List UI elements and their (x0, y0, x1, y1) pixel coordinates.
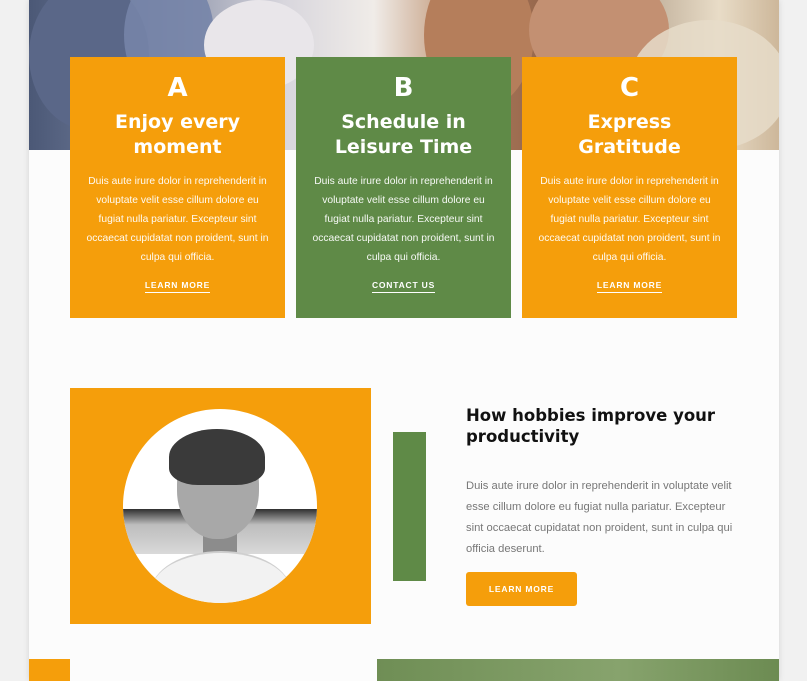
footer-accent-block (29, 659, 70, 681)
accent-bar (393, 432, 426, 581)
page: A Enjoy every moment Duis aute irure dol… (29, 0, 779, 681)
card-learn-more-link[interactable]: LEARN MORE (596, 280, 663, 293)
section-heading: How hobbies improve your productivity (466, 406, 716, 446)
card-text: Duis aute irure dolor in reprehenderit i… (86, 176, 269, 263)
feature-card-b: B Schedule in Leisure Time Duis aute iru… (296, 57, 511, 318)
feature-card-a: A Enjoy every moment Duis aute irure dol… (70, 57, 285, 318)
feature-card-c: C Express Gratitude Duis aute irure dolo… (522, 57, 737, 318)
card-learn-more-link[interactable]: LEARN MORE (144, 280, 211, 293)
card-title: Enjoy every moment (115, 111, 240, 158)
portrait-photo (123, 409, 317, 603)
card-letter: A (167, 73, 188, 103)
card-text: Duis aute irure dolor in reprehenderit i… (312, 176, 495, 263)
photo-hair (169, 429, 265, 485)
card-letter: B (393, 73, 414, 103)
footer-image-strip (377, 659, 779, 681)
card-contact-us-link[interactable]: CONTACT US (371, 280, 436, 293)
photo-shirt (151, 551, 291, 603)
card-text: Duis aute irure dolor in reprehenderit i… (538, 176, 721, 263)
section-paragraph: Duis aute irure dolor in reprehenderit i… (466, 480, 733, 555)
card-title: Express Gratitude (578, 111, 681, 158)
portrait-panel (70, 388, 371, 624)
card-title: Schedule in Leisure Time (334, 111, 473, 158)
learn-more-button[interactable]: LEARN MORE (466, 572, 577, 606)
card-letter: C (619, 73, 640, 103)
